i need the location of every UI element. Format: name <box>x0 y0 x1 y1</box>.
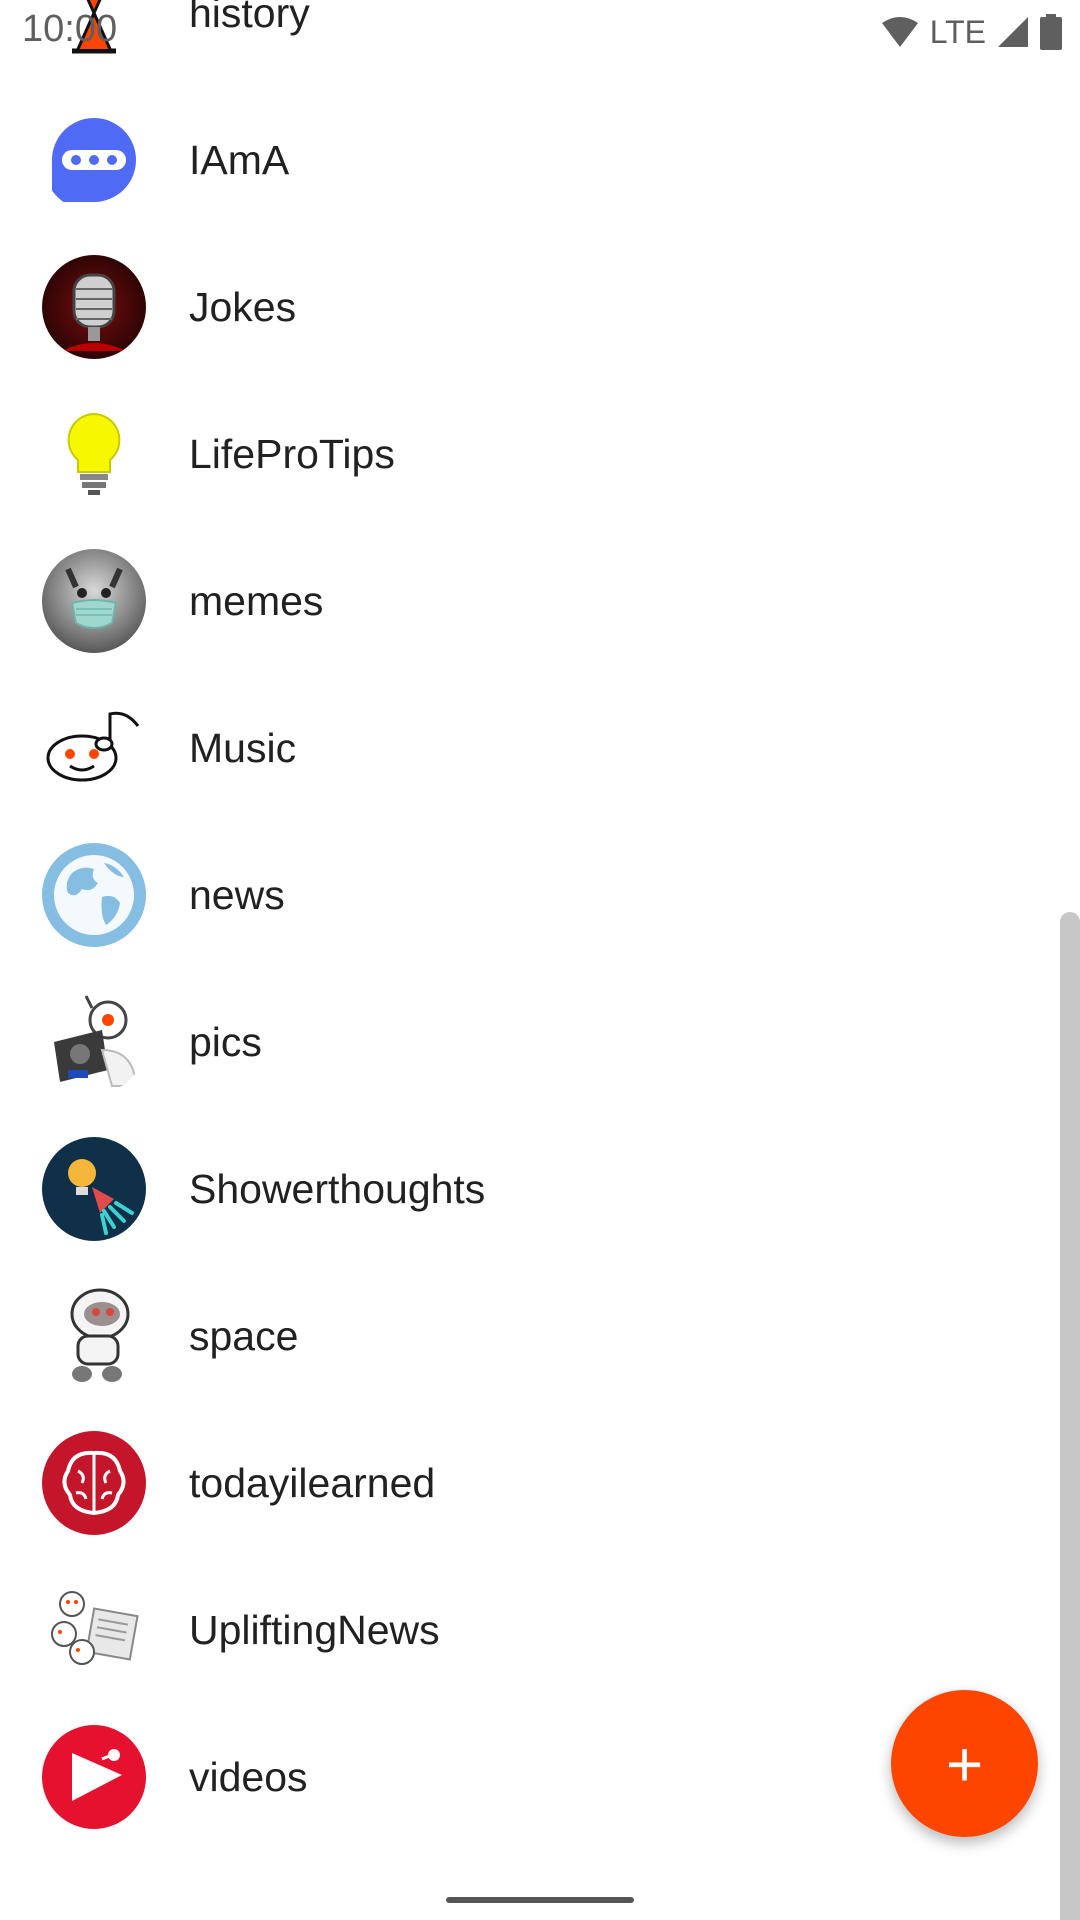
subreddit-name: pics <box>189 1019 262 1065</box>
subreddit-name: Music <box>189 725 297 771</box>
subreddit-name: news <box>189 872 285 918</box>
subreddit-name: Jokes <box>189 284 297 330</box>
scrollbar[interactable] <box>1060 912 1080 1920</box>
subreddit-list: history IAmA Jokes LifeProTips memes Mus… <box>0 0 1060 1851</box>
list-item[interactable]: space <box>0 1263 1060 1410</box>
subreddit-name: LifeProTips <box>189 431 395 477</box>
lightbulb-icon <box>42 402 146 506</box>
subreddit-name: memes <box>189 578 324 624</box>
list-item[interactable]: Jokes <box>0 234 1060 381</box>
microphone-icon <box>42 255 146 359</box>
home-gesture-bar[interactable] <box>446 1897 634 1903</box>
list-item[interactable]: todayilearned <box>0 1410 1060 1557</box>
list-item[interactable]: LifeProTips <box>0 381 1060 528</box>
network-type: LTE <box>929 13 986 50</box>
astronaut-icon <box>42 1284 146 1388</box>
status-icons: LTE <box>880 12 1062 52</box>
subreddit-name: videos <box>189 1754 308 1800</box>
list-item[interactable]: UpliftingNews <box>0 1557 1060 1704</box>
snoo-newspaper-icon <box>42 1578 146 1682</box>
subreddit-name: Showerthoughts <box>189 1166 486 1212</box>
add-subreddit-button[interactable]: + <box>891 1690 1038 1837</box>
status-time: 10:00 <box>22 8 118 50</box>
list-item[interactable]: Showerthoughts <box>0 1116 1060 1263</box>
brain-icon <box>42 1431 146 1535</box>
wifi-icon <box>881 17 918 47</box>
list-item[interactable]: news <box>0 822 1060 969</box>
list-item[interactable]: pics <box>0 969 1060 1116</box>
battery-icon <box>1040 14 1062 50</box>
subreddit-name: todayilearned <box>189 1460 436 1506</box>
add-icon: + <box>945 1727 984 1800</box>
list-item[interactable]: Music <box>0 675 1060 822</box>
ama-icon <box>42 108 146 212</box>
subreddit-name: space <box>189 1313 299 1359</box>
shower-idea-icon <box>42 1137 146 1241</box>
camera-snoo-icon <box>42 990 146 1094</box>
list-item[interactable]: IAmA <box>0 87 1060 234</box>
status-bar: 10:00 LTE <box>0 0 1080 62</box>
signal-icon <box>998 17 1028 47</box>
subreddit-name: IAmA <box>189 137 290 183</box>
music-note-icon <box>42 696 146 800</box>
subreddit-name: UpliftingNews <box>189 1607 440 1653</box>
globe-icon <box>42 843 146 947</box>
cat-mask-icon <box>42 549 146 653</box>
play-icon <box>42 1725 146 1829</box>
list-item[interactable]: memes <box>0 528 1060 675</box>
